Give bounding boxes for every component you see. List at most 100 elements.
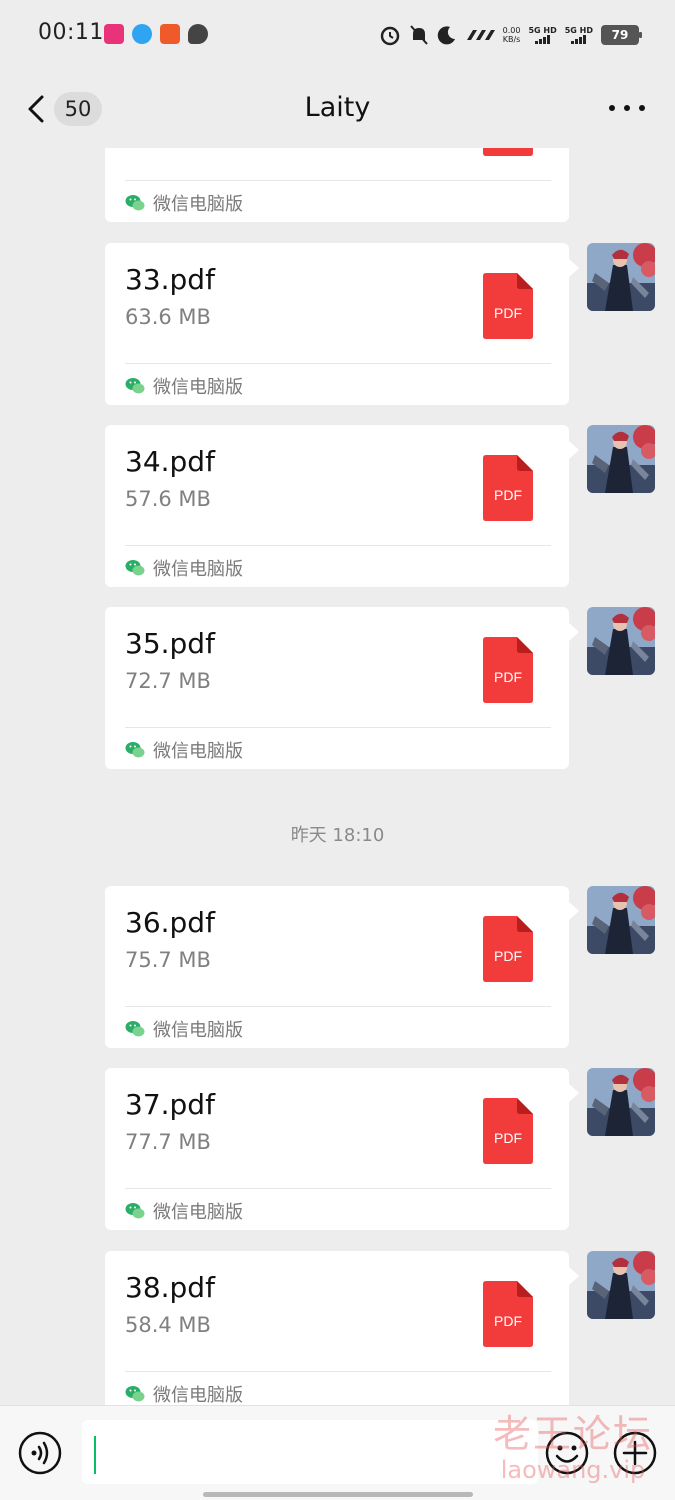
pdf-badge-label: PDF [494, 305, 522, 321]
file-source: 微信电脑版 [125, 1198, 243, 1224]
wechat-icon [125, 194, 145, 212]
file-size: 63.6 MB [125, 305, 211, 329]
bubble-divider [125, 1371, 551, 1372]
qq-icon [132, 24, 152, 44]
source-label: 微信电脑版 [153, 194, 243, 215]
file-bubble[interactable]: 36.pdf 75.7 MB PDF 微信电脑版 [105, 886, 579, 1048]
file-message[interactable]: 35.pdf 72.7 MB PDF 微信电脑版 [0, 607, 675, 769]
chat-header: 50 Laity [0, 70, 675, 148]
voice-icon[interactable] [18, 1431, 62, 1475]
avatar[interactable] [587, 425, 655, 493]
pdf-badge-label: PDF [494, 1130, 522, 1146]
pdf-file-icon: PDF [483, 637, 533, 703]
message-timestamp: 昨天 18:10 [290, 825, 385, 846]
file-bubble[interactable]: 微信电脑版 [105, 148, 569, 222]
text-cursor [94, 1436, 96, 1474]
file-size: 77.7 MB [125, 1130, 211, 1154]
avatar[interactable] [587, 1068, 655, 1136]
wechat-icon [125, 741, 145, 759]
file-size: 75.7 MB [125, 948, 211, 972]
wechat-icon [125, 377, 145, 395]
file-message[interactable]: 37.pdf 77.7 MB PDF 微信电脑版 [0, 1068, 675, 1230]
pdf-file-icon: PDF [483, 916, 533, 982]
notification-icons [104, 24, 208, 44]
pdf-badge-label: PDF [494, 1313, 522, 1329]
message-list[interactable]: 微信电脑版 33.pdf 63.6 MB PDF 微信电脑版 34.pdf 57… [0, 148, 675, 1405]
source-label: 微信电脑版 [153, 1202, 243, 1223]
pdf-badge-label: PDF [494, 948, 522, 964]
file-name: 33.pdf [125, 263, 215, 296]
source-label: 微信电脑版 [153, 559, 243, 580]
file-bubble[interactable]: 33.pdf 63.6 MB PDF 微信电脑版 [105, 243, 579, 405]
wechat-icon [125, 1385, 145, 1403]
battery-indicator: 79 [601, 25, 642, 45]
file-message[interactable]: 33.pdf 63.6 MB PDF 微信电脑版 [0, 243, 675, 405]
file-name: 34.pdf [125, 445, 215, 478]
pdf-file-icon: PDF [483, 1098, 533, 1164]
watermark-cn: 老王论坛 [492, 1412, 653, 1456]
bubble-divider [125, 180, 551, 181]
file-source: 微信电脑版 [125, 190, 243, 216]
app-notification-icon [160, 24, 180, 44]
sim1-label: 5G HD [528, 26, 557, 35]
wechat-icon [125, 559, 145, 577]
pdf-file-icon: PDF [483, 455, 533, 521]
bubble-divider [125, 545, 551, 546]
file-bubble[interactable]: 38.pdf 58.4 MB PDF 微信电脑版 [105, 1251, 579, 1405]
file-message[interactable]: 38.pdf 58.4 MB PDF 微信电脑版 [0, 1251, 675, 1405]
file-source: 微信电脑版 [125, 1381, 243, 1405]
wechat-icon [125, 1020, 145, 1038]
net-speed: 0.00 KB/s [503, 26, 521, 44]
file-message[interactable]: 微信电脑版 [0, 148, 675, 222]
file-name: 36.pdf [125, 906, 215, 939]
status-indicators: 0.00 KB/s 5G HD 5G HD 79 [379, 24, 642, 46]
file-bubble[interactable]: 34.pdf 57.6 MB PDF 微信电脑版 [105, 425, 579, 587]
status-bar: 00:11 0.00 KB/s 5G HD 5G HD 79 [0, 0, 675, 70]
pdf-file-icon: PDF [483, 273, 533, 339]
bubble-divider [125, 727, 551, 728]
avatar[interactable] [587, 243, 655, 311]
status-time: 00:11 [38, 20, 104, 45]
source-label: 微信电脑版 [153, 1020, 243, 1041]
signal-bars-icon [571, 35, 587, 44]
file-bubble[interactable]: 35.pdf 72.7 MB PDF 微信电脑版 [105, 607, 579, 769]
signal-bars-icon [535, 35, 551, 44]
moon-icon [437, 26, 455, 45]
file-source: 微信电脑版 [125, 373, 243, 399]
pdf-file-icon: PDF [483, 1281, 533, 1347]
file-bubble[interactable]: 37.pdf 77.7 MB PDF 微信电脑版 [105, 1068, 579, 1230]
net-speed-unit: KB/s [502, 35, 521, 44]
source-label: 微信电脑版 [153, 1385, 243, 1405]
watermark-en: laowang.vip [500, 1456, 646, 1484]
file-source: 微信电脑版 [125, 1016, 243, 1042]
pdf-file-icon [483, 148, 533, 156]
file-source: 微信电脑版 [125, 737, 243, 763]
watermark: 老王论坛 laowang.vip [488, 1412, 658, 1484]
file-size: 72.7 MB [125, 669, 211, 693]
more-dots-icon[interactable] [609, 98, 645, 118]
avatar[interactable] [587, 886, 655, 954]
mute-bell-icon [409, 25, 428, 45]
home-indicator[interactable] [203, 1492, 473, 1497]
pdf-badge-label: PDF [494, 487, 522, 503]
signal-stripes-icon [466, 30, 495, 40]
alarm-icon [380, 26, 399, 46]
avatar[interactable] [587, 607, 655, 675]
file-message[interactable]: 34.pdf 57.6 MB PDF 微信电脑版 [0, 425, 675, 587]
bubble-divider [125, 1006, 551, 1007]
message-input[interactable] [82, 1420, 538, 1484]
app-notification-icon [104, 24, 124, 44]
file-size: 57.6 MB [125, 487, 211, 511]
chat-title: Laity [304, 92, 371, 123]
source-label: 微信电脑版 [153, 741, 243, 762]
source-label: 微信电脑版 [153, 377, 243, 398]
bubble-divider [125, 1188, 551, 1189]
chat-bubble-icon [188, 24, 208, 44]
pdf-badge-label: PDF [494, 669, 522, 685]
wechat-icon [125, 1202, 145, 1220]
avatar[interactable] [587, 1251, 655, 1319]
file-size: 58.4 MB [125, 1313, 211, 1337]
file-message[interactable]: 36.pdf 75.7 MB PDF 微信电脑版 [0, 886, 675, 1048]
bubble-divider [125, 363, 551, 364]
file-source: 微信电脑版 [125, 555, 243, 581]
